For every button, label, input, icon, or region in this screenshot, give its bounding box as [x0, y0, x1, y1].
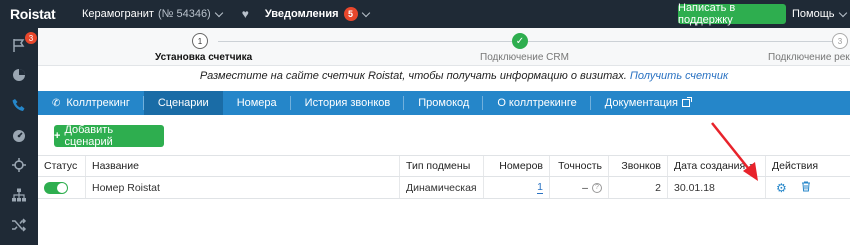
- tab-numbers[interactable]: Номера: [223, 91, 291, 115]
- external-link-icon: [681, 97, 692, 107]
- accuracy-cell: – ?: [550, 177, 609, 198]
- dashboard-icon[interactable]: [0, 120, 38, 150]
- help-menu[interactable]: Помощь: [792, 8, 847, 20]
- crosshair-icon[interactable]: [0, 150, 38, 180]
- accuracy-value: –: [582, 181, 588, 194]
- notifications-button[interactable]: Уведомления 5: [264, 7, 370, 21]
- get-counter-link[interactable]: Получить счетчик: [630, 70, 728, 82]
- counter-info: Разместите на сайте счетчик Roistat, что…: [38, 70, 850, 82]
- tab-label: Номера: [236, 97, 277, 109]
- add-scenario-label: Добавить сценарий: [64, 124, 114, 148]
- tab-label: История звонков: [304, 97, 391, 109]
- tab-documentation[interactable]: Документация: [591, 91, 704, 115]
- tab-about-calltracking[interactable]: О коллтрекинге: [483, 91, 592, 115]
- tab-promocode[interactable]: Промокод: [404, 91, 484, 115]
- header-accuracy: Точность: [550, 156, 609, 176]
- notifications-label: Уведомления: [264, 8, 339, 20]
- calltracking-tabs: ✆ Коллтрекинг Сценарии Номера История зв…: [38, 91, 850, 115]
- chevron-down-icon: [361, 8, 370, 17]
- counter-info-text: Разместите на сайте счетчик Roistat, что…: [199, 70, 627, 82]
- roistat-logo[interactable]: Roistat: [0, 6, 56, 22]
- project-id: (№ 54346): [157, 8, 211, 20]
- sidebar-badge: 3: [25, 32, 37, 44]
- tab-label: Коллтрекинг: [66, 97, 130, 109]
- sitemap-icon[interactable]: [0, 180, 38, 210]
- numbers-cell: 1: [484, 177, 550, 198]
- step-2-label[interactable]: Подключение CRM: [480, 52, 569, 63]
- phone-icon: ✆: [52, 97, 61, 109]
- header-calls: Звонков: [609, 156, 668, 176]
- help-label: Помощь: [792, 8, 835, 20]
- status-toggle[interactable]: [44, 181, 68, 194]
- shuffle-icon[interactable]: [0, 210, 38, 240]
- tab-calltracking[interactable]: ✆ Коллтрекинг: [38, 91, 144, 115]
- tab-label: О коллтрекинге: [497, 97, 577, 109]
- calls-count: 2: [609, 177, 668, 198]
- plus-icon: +: [54, 130, 61, 142]
- scenario-name: Номер Roistat: [86, 177, 400, 198]
- substitution-type: Динамическая: [400, 177, 484, 198]
- header-name: Название: [86, 156, 400, 176]
- setup-steps: 1 Установка счетчика ✓ Подключение CRM 3…: [38, 28, 850, 66]
- gear-icon[interactable]: ⚙: [776, 181, 787, 195]
- tab-label: Документация: [604, 97, 678, 109]
- add-scenario-button[interactable]: + Добавить сценарий: [54, 124, 164, 148]
- annotation-arrow-icon: [711, 122, 758, 181]
- step-connector: [528, 41, 832, 42]
- trash-icon[interactable]: [801, 181, 811, 195]
- actions-cell: ⚙: [766, 177, 850, 198]
- chevron-down-icon: [838, 8, 847, 17]
- step-2-check-icon: ✓: [512, 33, 528, 49]
- header-numbers: Номеров: [484, 156, 550, 176]
- tab-scenarios[interactable]: Сценарии: [143, 91, 223, 115]
- pie-chart-icon[interactable]: [0, 60, 38, 90]
- project-name: Керамогранит: [82, 8, 154, 20]
- step-connector: [218, 41, 512, 42]
- heart-icon[interactable]: ♥: [242, 7, 249, 21]
- step-1-label[interactable]: Установка счетчика: [155, 52, 252, 63]
- status-cell: [38, 177, 86, 198]
- numbers-count-link[interactable]: 1: [537, 181, 543, 194]
- phone-icon[interactable]: [0, 90, 38, 120]
- sidebar: 3: [0, 28, 38, 245]
- question-icon[interactable]: ?: [592, 182, 602, 193]
- tab-call-history[interactable]: История звонков: [291, 91, 405, 115]
- top-bar: Roistat Керамогранит (№ 54346) ♥ Уведомл…: [0, 0, 850, 28]
- header-type: Тип подмены: [400, 156, 484, 176]
- header-status: Статус: [38, 156, 86, 176]
- step-3-label[interactable]: Подключение рекла: [768, 52, 850, 63]
- notifications-badge: 5: [343, 7, 358, 21]
- header-actions: Действия: [772, 160, 819, 172]
- support-button[interactable]: Написать в поддержку: [678, 2, 786, 26]
- flag-icon[interactable]: 3: [0, 30, 38, 60]
- step-1-circle: 1: [192, 33, 208, 49]
- tab-label: Промокод: [418, 97, 470, 109]
- chevron-down-icon: [214, 8, 223, 17]
- tab-label: Сценарии: [157, 97, 209, 109]
- step-3-circle: 3: [832, 33, 848, 49]
- project-selector[interactable]: Керамогранит (№ 54346): [82, 8, 223, 20]
